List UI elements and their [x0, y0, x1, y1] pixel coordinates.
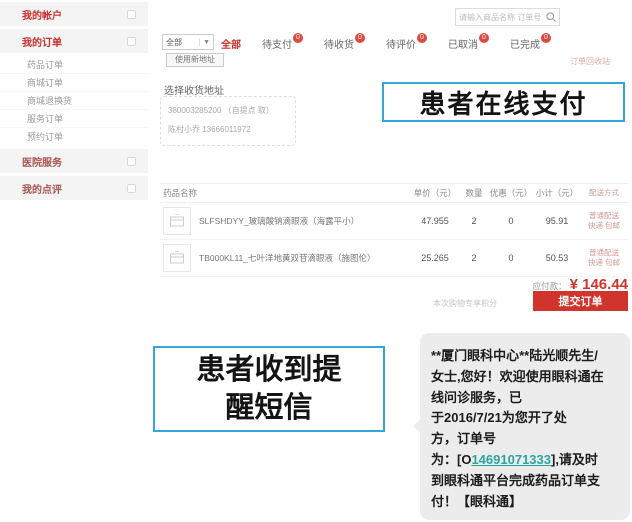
sidebar-item-label: 医院服务 — [22, 154, 127, 169]
tab-label: 已完成 — [510, 40, 540, 51]
table-row: SLFSHDYY_玻璃酸钠滴眼液（海露平小） 47.955 2 0 95.91 … — [160, 203, 628, 240]
count-badge: 0 — [355, 33, 365, 43]
tab-pending-review[interactable]: 待评价0 — [386, 33, 427, 51]
product-name-link[interactable]: TB000KL11_七叶洋地黄双苷滴眼液（施图伦） — [199, 253, 376, 263]
drug-box-icon — [168, 212, 186, 230]
address-line-1: 380003285200 （自提点 取） — [168, 105, 288, 116]
sidebar-item-label: 我的订单 — [22, 34, 127, 49]
orders-submenu: 药品订单 商城订单 商城退换货 服务订单 预约订单 — [0, 56, 148, 146]
address-line-2: 陈村小乔 13666011972 — [168, 124, 288, 135]
quantity-cell: 2 — [460, 216, 488, 226]
address-section-title: 选择收货地址 — [164, 82, 224, 97]
search-box — [455, 8, 560, 26]
order-table: 药品名称 单价（元） 数量 优惠（元） 小计（元） 配送方式 SLFSHDYY_… — [160, 183, 628, 277]
header-discount: 优惠（元） — [488, 187, 534, 199]
discount-cell: 0 — [488, 216, 534, 226]
sidebar-item-mall-orders[interactable]: 商城订单 — [0, 74, 148, 92]
sidebar-item-my-account[interactable]: 我的帐户 — [0, 2, 148, 26]
order-page: 我的帐户 我的订单 药品订单 商城订单 商城退换货 服务订单 预约订单 医院服务… — [0, 0, 632, 522]
search-icon[interactable] — [545, 11, 557, 23]
delivery-cell: 普通配送 快递 包邮 — [580, 211, 628, 232]
product-thumbnail[interactable] — [163, 207, 191, 235]
account-icon — [127, 10, 136, 19]
sms-text-before: **厦门眼科中心**陆光顺先生/ 女士,您好！欢迎使用眼科通在 线问诊服务，已 … — [431, 348, 604, 467]
tab-cancelled[interactable]: 已取消0 — [448, 33, 489, 51]
chevron-down-icon: ▼ — [199, 39, 210, 46]
hospital-icon — [127, 157, 136, 166]
order-type-dropdown[interactable]: 全部 ▼ — [162, 34, 214, 50]
reviews-icon — [127, 184, 136, 193]
unit-price-cell: 47.955 — [410, 216, 460, 226]
drug-box-icon — [168, 249, 186, 267]
sidebar-item-mall-returns[interactable]: 商城退换货 — [0, 92, 148, 110]
points-note: 本次购物专享积分 — [433, 298, 497, 309]
tab-completed[interactable]: 已完成0 — [510, 33, 551, 51]
sidebar-item-my-orders[interactable]: 我的订单 — [0, 29, 148, 53]
submit-order-button[interactable]: 提交订单 — [533, 291, 628, 311]
header-subtotal: 小计（元） — [534, 187, 580, 199]
tab-label: 待收货 — [324, 40, 354, 51]
count-badge: 0 — [293, 33, 303, 43]
sms-text: **厦门眼科中心**陆光顺先生/ 女士,您好！欢迎使用眼科通在 线问诊服务，已 … — [431, 346, 619, 512]
unit-price-cell: 25.265 — [410, 253, 460, 263]
dropdown-value: 全部 — [166, 37, 182, 48]
search-input[interactable] — [456, 13, 545, 22]
order-recycle-link[interactable]: 订单回收站 — [570, 56, 610, 67]
sidebar-item-my-reviews[interactable]: 我的点评 — [0, 176, 148, 200]
subtotal-cell: 50.53 — [534, 253, 580, 263]
sidebar-item-service-orders[interactable]: 服务订单 — [0, 110, 148, 128]
sms-order-number-link[interactable]: 14691071333 — [471, 452, 551, 467]
annotation-online-payment: 患者在线支付 — [382, 82, 625, 122]
sidebar: 我的帐户 我的订单 药品订单 商城订单 商城退换货 服务订单 预约订单 医院服务… — [0, 2, 148, 203]
delivery-cell: 普通配送 快递 包邮 — [580, 248, 628, 269]
tab-label: 待评价 — [386, 40, 416, 51]
count-badge: 0 — [479, 33, 489, 43]
sidebar-item-appointment-orders[interactable]: 预约订单 — [0, 128, 148, 146]
table-header-row: 药品名称 单价（元） 数量 优惠（元） 小计（元） 配送方式 — [160, 183, 628, 203]
tab-all[interactable]: 全部 — [221, 33, 241, 51]
sidebar-item-hospital-service[interactable]: 医院服务 — [0, 149, 148, 173]
product-thumbnail[interactable] — [163, 244, 191, 272]
tab-pending-receipt[interactable]: 待收货0 — [324, 33, 365, 51]
address-card[interactable]: 380003285200 （自提点 取） 陈村小乔 13666011972 — [160, 96, 296, 146]
sidebar-item-drug-orders[interactable]: 药品订单 — [0, 56, 148, 74]
sidebar-item-label: 我的帐户 — [22, 7, 127, 22]
header-unit-price: 单价（元） — [410, 187, 460, 199]
subtotal-cell: 95.91 — [534, 216, 580, 226]
tab-label: 已取消 — [448, 40, 478, 51]
header-delivery: 配送方式 — [580, 188, 628, 199]
header-quantity: 数量 — [460, 187, 488, 199]
header-drug-name: 药品名称 — [160, 187, 410, 199]
order-status-tabs: 全部 待支付0 待收货0 待评价0 已取消0 已完成0 — [221, 33, 551, 51]
product-name-link[interactable]: SLFSHDYY_玻璃酸钠滴眼液（海露平小） — [199, 216, 359, 226]
annotation-sms-reminder: 患者收到提 醒短信 — [153, 346, 385, 432]
table-row: TB000KL11_七叶洋地黄双苷滴眼液（施图伦） 25.265 2 0 50.… — [160, 240, 628, 277]
count-badge: 0 — [541, 33, 551, 43]
sms-message-bubble: **厦门眼科中心**陆光顺先生/ 女士,您好！欢迎使用眼科通在 线问诊服务，已 … — [420, 333, 630, 520]
count-badge: 0 — [417, 33, 427, 43]
tab-label: 全部 — [221, 40, 241, 51]
sidebar-item-label: 我的点评 — [22, 181, 127, 196]
discount-cell: 0 — [488, 253, 534, 263]
tab-label: 待支付 — [262, 40, 292, 51]
use-new-address-button[interactable]: 使用新地址 — [166, 53, 224, 67]
tab-pending-payment[interactable]: 待支付0 — [262, 33, 303, 51]
orders-list-icon — [127, 37, 136, 46]
quantity-cell: 2 — [460, 253, 488, 263]
